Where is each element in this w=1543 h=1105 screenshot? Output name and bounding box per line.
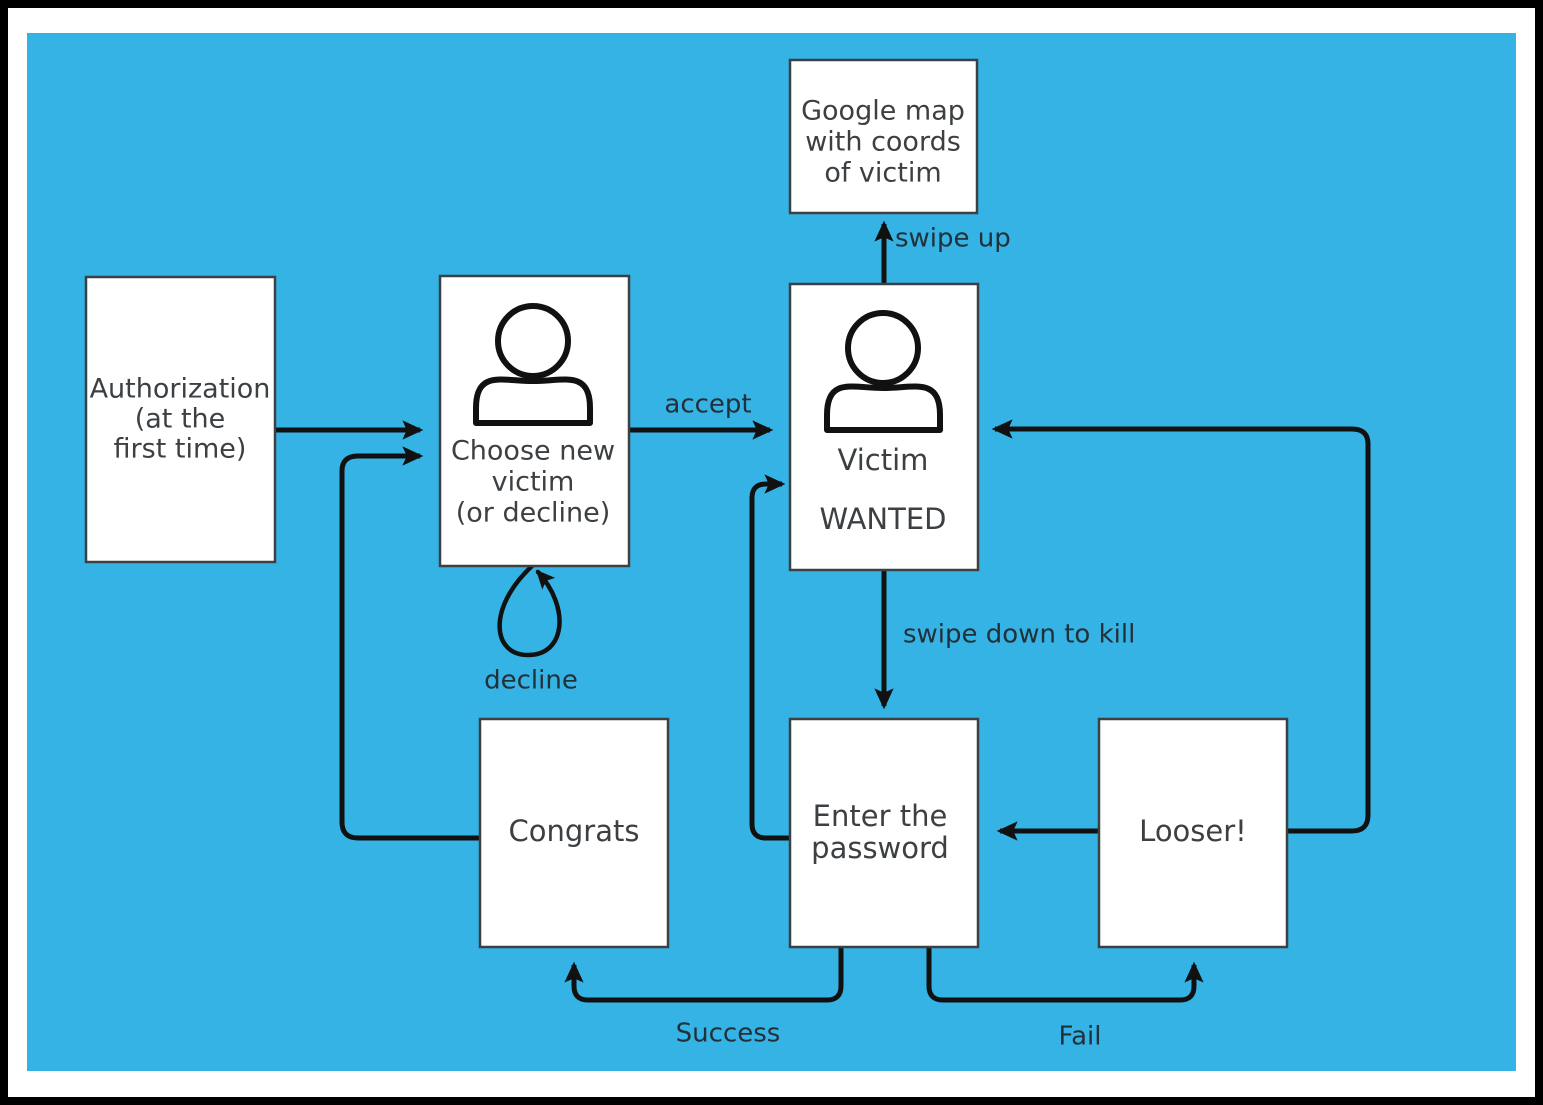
edge-choose-to-victim: accept (629, 390, 774, 440)
edge-password-to-congrats: Success (564, 947, 844, 1049)
edge-victim-to-map: swipe up (874, 220, 1011, 284)
edge-label-accept: accept (664, 390, 751, 420)
google-map-label-line1: Google map (801, 96, 965, 127)
authorization-label-line2: (at the (135, 404, 226, 435)
node-enter-the-password[interactable]: Enter the password (788, 717, 980, 949)
node-victim[interactable]: Victim WANTED (788, 282, 980, 572)
choose-label-line2: victim (492, 467, 575, 498)
edge-label-decline: decline (484, 666, 578, 696)
node-choose-new-victim[interactable]: Choose new victim (or decline) (438, 274, 631, 568)
node-congrats[interactable]: Congrats (478, 717, 670, 949)
node-google-map[interactable]: Google map with coords of victim (788, 58, 979, 215)
password-label-line2: password (811, 831, 949, 865)
google-map-label-line3: of victim (824, 158, 941, 189)
choose-label-line3: (or decline) (456, 498, 611, 529)
edge-label-swipe-up: swipe up (895, 224, 1011, 254)
edge-label-swipe-down: swipe down to kill (903, 620, 1135, 650)
victim-label-line2: WANTED (820, 502, 947, 536)
edge-password-to-looser: Fail (926, 947, 1204, 1052)
victim-label-line1: Victim (838, 443, 929, 477)
choose-label-line1: Choose new (451, 436, 615, 467)
edge-label-fail: Fail (1059, 1022, 1102, 1052)
flowchart-svg: accept decline swipe up swipe down to ki… (84, 58, 1371, 1052)
google-map-label-line2: with coords (805, 127, 961, 158)
node-looser[interactable]: Looser! (1097, 717, 1289, 949)
password-label-line1: Enter the (813, 799, 948, 833)
looser-label: Looser! (1139, 814, 1247, 848)
diagram-page: accept decline swipe up swipe down to ki… (0, 0, 1543, 1105)
authorization-label-line3: first time) (114, 434, 247, 465)
edge-choose-self-loop: decline (484, 563, 578, 696)
authorization-label-line1: Authorization (90, 374, 271, 405)
edge-password-to-victim (749, 474, 790, 841)
edge-victim-to-password: swipe down to kill (874, 570, 1135, 710)
node-authorization[interactable]: Authorization (at the first time) (84, 275, 277, 564)
edge-label-success: Success (676, 1019, 781, 1049)
congrats-label: Congrats (509, 814, 640, 848)
